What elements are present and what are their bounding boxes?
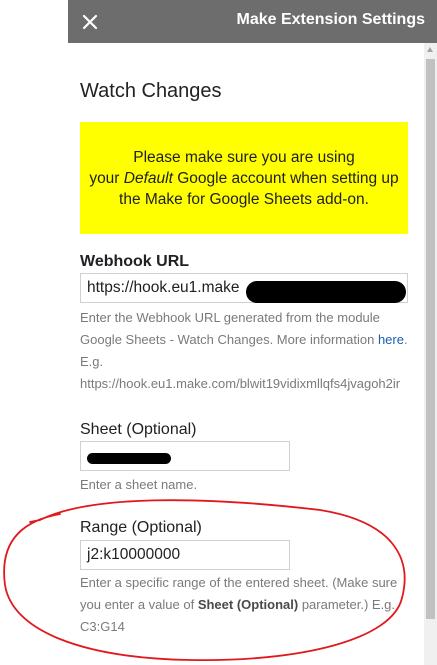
notice-text: Please make sure you are using your Defa… (89, 147, 398, 210)
close-button[interactable] (76, 8, 104, 36)
webhook-url-help: Enter the Webhook URL generated from the… (80, 307, 420, 395)
redaction-mark (246, 281, 406, 303)
account-notice: Please make sure you are using your Defa… (80, 122, 408, 234)
sheet-label: Sheet (Optional) (80, 421, 197, 438)
notice-line-3: the Make for Google Sheets add-on. (119, 190, 369, 208)
range-help: Enter a specific range of the entered sh… (80, 572, 420, 638)
notice-line-2-pre: your (89, 169, 124, 187)
scroll-up-arrow-icon[interactable] (427, 47, 433, 52)
settings-panel: Make Extension Settings Watch Changes Pl… (68, 0, 437, 665)
notice-line-2-post: Google account when setting up (172, 169, 399, 187)
range-help-bold: Sheet (Optional) (197, 597, 299, 612)
header-title: Make Extension Settings (236, 11, 426, 28)
sheet-help: Enter a sheet name. (80, 477, 198, 492)
more-information-link[interactable]: here (378, 332, 404, 347)
background-left (0, 0, 68, 665)
webhook-url-value: https://hook.eu1.make (87, 279, 240, 296)
webhook-url-label: Webhook URL (80, 253, 190, 270)
notice-line-1: Please make sure you are using (133, 148, 355, 166)
section-title: Watch Changes (80, 80, 222, 102)
webhook-help-text: Enter the Webhook URL generated from the… (80, 310, 380, 347)
close-icon (82, 14, 98, 30)
scroll-thumb[interactable] (426, 59, 435, 619)
range-input[interactable]: j2:k10000000 (80, 540, 290, 570)
range-value: j2:k10000000 (87, 546, 181, 563)
panel-header: Make Extension Settings (68, 0, 437, 43)
range-label: Range (Optional) (80, 519, 202, 536)
scrollbar[interactable] (424, 43, 437, 665)
notice-line-2-emphasis: Default (123, 169, 173, 187)
sheet-redaction-mark (87, 453, 171, 464)
